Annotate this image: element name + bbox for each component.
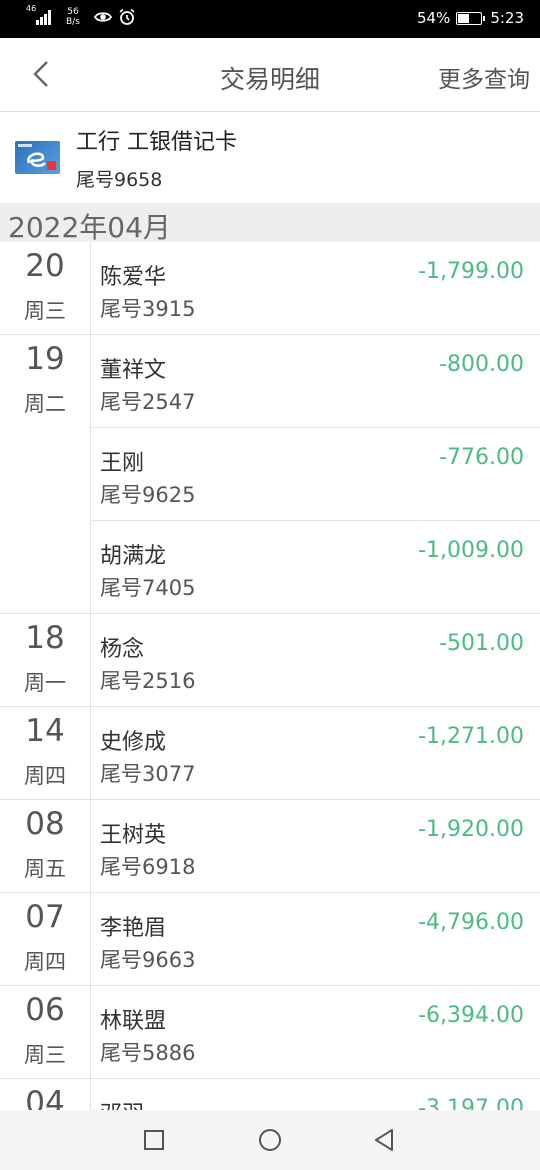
transaction-amount: -4,796.00	[418, 910, 524, 935]
weekday-label: 周二	[24, 392, 66, 416]
day-column: 08 周五	[0, 800, 91, 892]
system-nav-bar	[0, 1110, 540, 1170]
transaction-amount: -1,271.00	[418, 724, 524, 749]
month-header: 2022年04月	[0, 203, 540, 244]
app-header: 交易明细 更多查询	[0, 38, 540, 112]
transaction-row[interactable]: 李艳眉尾号9663 -4,796.00	[91, 893, 540, 985]
day-number: 06	[25, 992, 65, 1028]
day-number: 19	[25, 341, 65, 377]
weekday-label: 周五	[24, 857, 66, 881]
payee-tail-number: 尾号7405	[100, 576, 196, 600]
day-group: 14 周四 史修成尾号3077 -1,271.00	[0, 707, 540, 800]
day-group: 18 周一 杨念尾号2516 -501.00	[0, 614, 540, 707]
payee-name: 董祥文	[100, 358, 167, 383]
day-number: 20	[25, 248, 65, 284]
day-number: 04	[25, 1085, 65, 1110]
transaction-row[interactable]: 王树英尾号6918 -1,920.00	[91, 800, 540, 892]
status-bar: 46 56 B/s 54% 5:23	[0, 0, 540, 38]
day-column: 20 周三	[0, 242, 91, 334]
weekday-label: 周一	[24, 671, 66, 695]
payee-name: 王刚	[100, 451, 145, 476]
day-column: 04	[0, 1079, 91, 1110]
payee-tail-number: 尾号2516	[100, 669, 196, 693]
clock: 5:23	[490, 9, 524, 27]
transaction-amount: -501.00	[439, 631, 524, 656]
eye-icon	[94, 12, 112, 22]
transaction-row[interactable]: 史修成尾号3077 -1,271.00	[91, 707, 540, 799]
alarm-clock-icon	[119, 8, 135, 25]
payee-name: 林联盟	[100, 1009, 167, 1034]
day-number: 08	[25, 806, 65, 842]
day-column: 06 周三	[0, 986, 91, 1078]
circle-icon[interactable]	[258, 1128, 282, 1152]
transaction-amount: -776.00	[439, 445, 524, 470]
weekday-label: 周四	[24, 764, 66, 788]
transaction-amount: -1,799.00	[418, 259, 524, 284]
triangle-back-icon[interactable]	[372, 1128, 396, 1152]
payee-tail-number: 尾号6918	[100, 855, 196, 879]
weekday-label: 周三	[24, 299, 66, 323]
payee-name: 李艳眉	[100, 916, 167, 941]
day-column: 18 周一	[0, 614, 91, 706]
transaction-row[interactable]: 陈爱华尾号3915 -1,799.00	[91, 242, 540, 334]
transaction-row[interactable]: 胡满龙尾号7405 -1,009.00	[91, 520, 540, 613]
day-group: 06 周三 林联盟尾号5886 -6,394.00	[0, 986, 540, 1079]
transaction-row[interactable]: 王刚尾号9625 -776.00	[91, 427, 540, 520]
payee-tail-number: 尾号9625	[100, 483, 196, 507]
day-group: 04 邓羽 -3,197.00	[0, 1079, 540, 1110]
day-number: 07	[25, 899, 65, 935]
day-group: 07 周四 李艳眉尾号9663 -4,796.00	[0, 893, 540, 986]
transaction-list[interactable]: 20 周三 陈爱华尾号3915 -1,799.00 19 周二 董祥文尾号2547 -800.…	[0, 242, 540, 1110]
payee-tail-number: 尾号3915	[100, 297, 196, 321]
payee-name: 胡满龙	[100, 544, 167, 569]
square-icon[interactable]	[142, 1128, 166, 1152]
network-speed: 56 B/s	[66, 7, 80, 27]
transaction-amount: -3,197.00	[418, 1096, 524, 1110]
transaction-amount: -1,920.00	[418, 817, 524, 842]
weekday-label: 周四	[24, 950, 66, 974]
signal-icon: 46	[26, 4, 56, 28]
payee-tail-number: 尾号2547	[100, 390, 196, 414]
battery-icon	[456, 11, 486, 25]
more-query-button[interactable]: 更多查询	[438, 60, 530, 94]
payee-name: 邓羽	[100, 1096, 144, 1110]
card-name: 工行 工银借记卡	[76, 130, 237, 155]
day-group: 19 周二 董祥文 尾号2547 -800.00 王刚 尾号9625 -776.00 胡满龙 尾号…	[0, 335, 540, 614]
payee-tail-number: 尾号9663	[100, 948, 196, 972]
payee-tail-number: 尾号3077	[100, 762, 196, 786]
transaction-amount: -1,009.00	[418, 538, 524, 563]
day-group: 08 周五 王树英尾号6918 -1,920.00	[0, 800, 540, 893]
transaction-amount: -6,394.00	[418, 1003, 524, 1028]
transaction-row[interactable]: 林联盟尾号5886 -6,394.00	[91, 986, 540, 1078]
payee-name: 杨念	[100, 637, 145, 662]
battery-percent: 54%	[416, 9, 451, 27]
transaction-row[interactable]: 杨念尾号2516 -501.00	[91, 614, 540, 706]
payee-tail-number: 尾号5886	[100, 1041, 196, 1065]
card-tail-number: 尾号9658	[76, 169, 163, 191]
weekday-label: 周三	[24, 1043, 66, 1067]
day-number: 14	[25, 713, 65, 749]
day-column: 07 周四	[0, 893, 91, 985]
day-column: 19 周二	[0, 335, 91, 613]
transaction-row[interactable]: 邓羽 -3,197.00	[91, 1079, 540, 1110]
payee-name: 陈爱华	[100, 265, 167, 290]
month-label: 2022年04月	[8, 211, 171, 244]
transaction-amount: -800.00	[439, 352, 524, 377]
account-card: 工行 工银借记卡 尾号9658	[0, 112, 540, 202]
bank-card-icon	[15, 141, 60, 174]
payee-name: 王树英	[100, 823, 167, 848]
network-type: 46	[26, 4, 37, 13]
payee-name: 史修成	[100, 730, 167, 755]
transaction-row[interactable]: 董祥文尾号2547 -800.00	[91, 335, 540, 427]
day-group: 20 周三 陈爱华尾号3915 -1,799.00	[0, 242, 540, 335]
day-column: 14 周四	[0, 707, 91, 799]
day-number: 18	[25, 620, 65, 656]
